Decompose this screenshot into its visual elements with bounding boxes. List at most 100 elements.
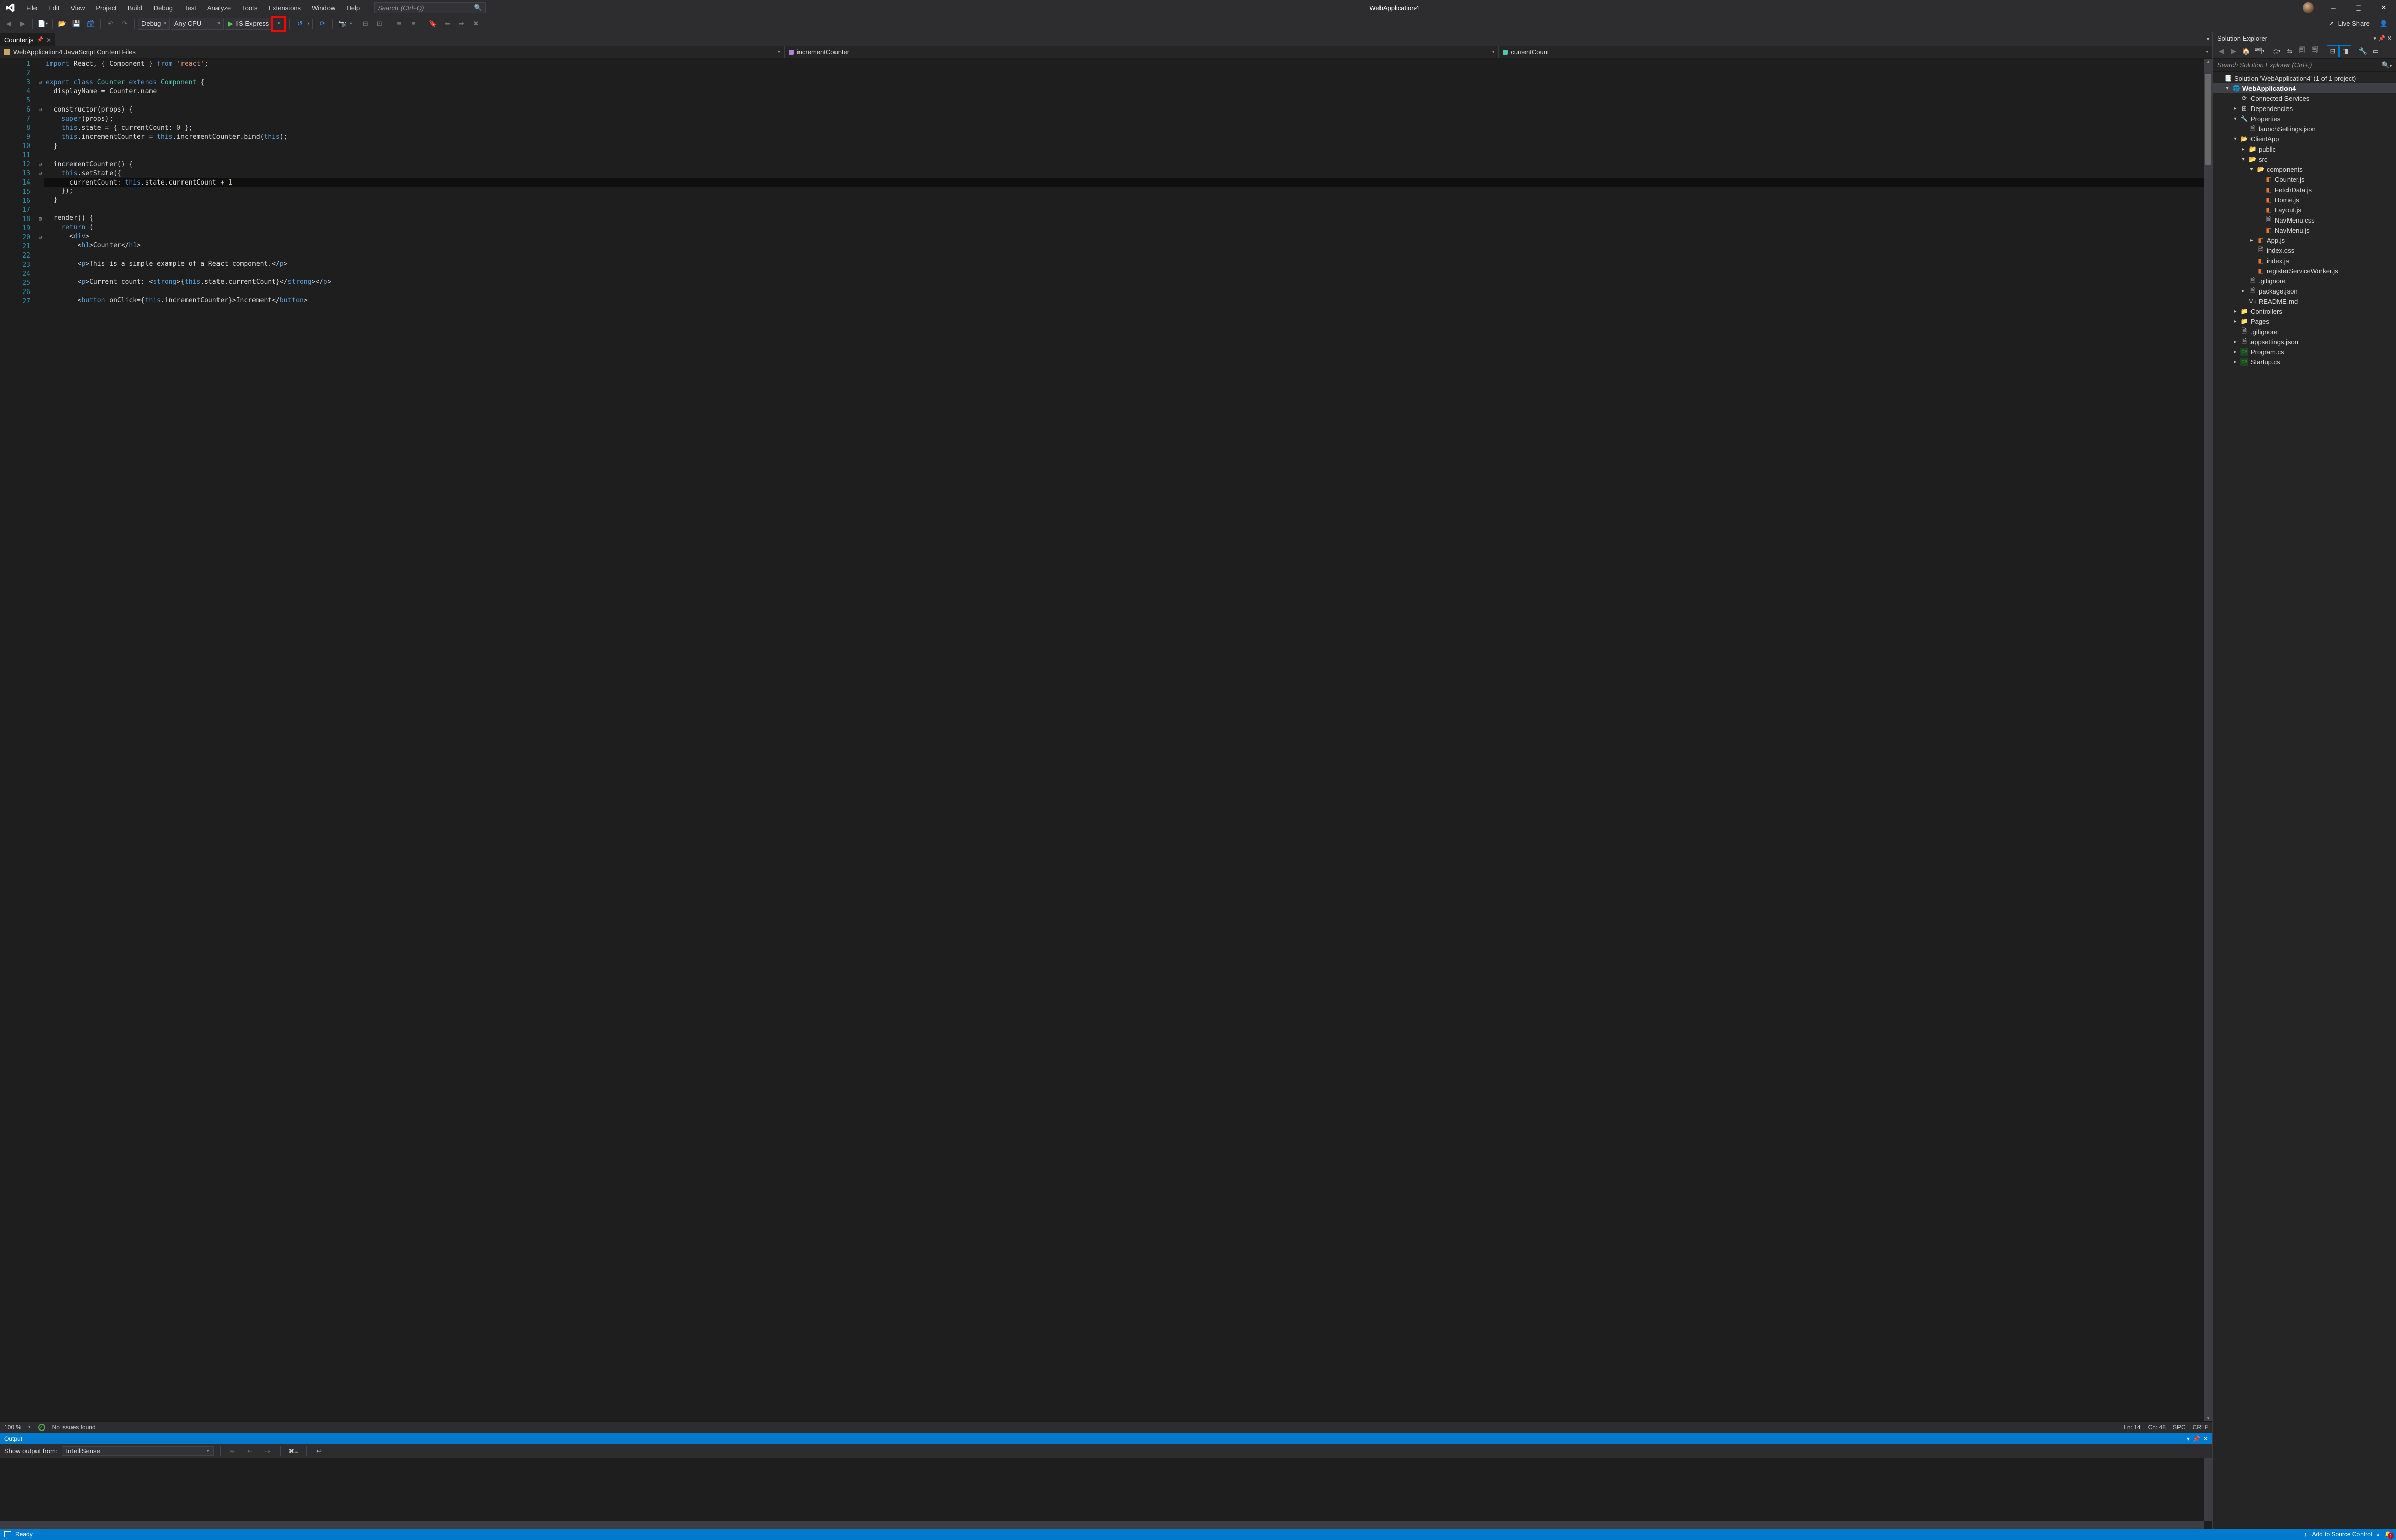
panel-pin-icon[interactable]: 📌 bbox=[2378, 35, 2385, 42]
output-wrap-button[interactable]: ↩ bbox=[313, 1445, 326, 1458]
whitespace-mode[interactable]: SPC bbox=[2173, 1424, 2186, 1431]
tree-item[interactable]: 🗎launchSettings.json bbox=[2213, 124, 2396, 134]
sol-fwd-button[interactable]: ▶ bbox=[2228, 45, 2240, 57]
sol-properties-button[interactable]: 🔧 bbox=[2357, 45, 2369, 57]
bookmark-clear-button[interactable]: ✖ bbox=[469, 17, 482, 30]
tree-item[interactable]: 🗎.gitignore bbox=[2213, 276, 2396, 286]
solution-search[interactable]: Search Solution Explorer (Ctrl+;) 🔍▾ bbox=[2213, 59, 2396, 72]
tree-item[interactable]: 🗎index.css bbox=[2213, 245, 2396, 255]
browser-refresh-button[interactable]: ⟳ bbox=[316, 17, 329, 30]
code-area[interactable]: import React, { Component } from 'react'… bbox=[44, 59, 2204, 1421]
redo-button[interactable]: ↷ bbox=[118, 17, 131, 30]
output-text[interactable] bbox=[0, 1458, 2212, 1529]
save-button[interactable]: 💾 bbox=[70, 17, 83, 30]
platform-dropdown[interactable]: Any CPU▾ bbox=[171, 18, 224, 30]
minimize-button[interactable]: ─ bbox=[2322, 0, 2344, 15]
menu-debug[interactable]: Debug bbox=[149, 2, 178, 14]
output-find-button[interactable]: ⇤ bbox=[227, 1445, 240, 1458]
tree-item[interactable]: ▸C#Startup.cs bbox=[2213, 357, 2396, 367]
comment-button[interactable]: ⊡ bbox=[373, 17, 386, 30]
config-dropdown[interactable]: Debug▾ bbox=[138, 18, 170, 30]
tree-item[interactable]: 🗎NavMenu.css bbox=[2213, 215, 2396, 225]
menu-view[interactable]: View bbox=[65, 2, 90, 14]
tree-item[interactable]: ◧Counter.js bbox=[2213, 174, 2396, 185]
quick-search[interactable]: Search (Ctrl+Q) 🔍 bbox=[374, 2, 486, 13]
sol-back-button[interactable]: ◀ bbox=[2215, 45, 2227, 57]
sol-switch-view-button[interactable]: 🗂▾ bbox=[2253, 45, 2265, 57]
tree-item[interactable]: ◧Home.js bbox=[2213, 195, 2396, 205]
sol-collapse-button[interactable]: ⊟ bbox=[2327, 45, 2339, 57]
tree-item[interactable]: 🗎.gitignore bbox=[2213, 326, 2396, 337]
menu-project[interactable]: Project bbox=[91, 2, 121, 14]
tree-item[interactable]: ▾📂components bbox=[2213, 164, 2396, 174]
bookmark-button[interactable]: 🔖 bbox=[426, 17, 440, 30]
output-prev-button[interactable]: ⇠ bbox=[244, 1445, 257, 1458]
tabs-overflow-icon[interactable]: ▾ bbox=[2207, 36, 2209, 42]
sol-preview-button[interactable]: ◨ bbox=[2339, 45, 2351, 57]
tree-item[interactable]: ▸◧App.js bbox=[2213, 235, 2396, 245]
issues-text[interactable]: No issues found bbox=[52, 1424, 96, 1431]
fold-gutter[interactable]: ⊟⊟⊟⊟⊟⊟ bbox=[37, 59, 44, 1421]
menu-help[interactable]: Help bbox=[341, 2, 365, 14]
menu-build[interactable]: Build bbox=[123, 2, 148, 14]
tree-item[interactable]: M↓README.md bbox=[2213, 296, 2396, 306]
menu-tools[interactable]: Tools bbox=[237, 2, 262, 14]
tree-item[interactable]: ▾🔧Properties bbox=[2213, 114, 2396, 124]
tree-item[interactable]: ◧index.js bbox=[2213, 255, 2396, 266]
menu-extensions[interactable]: Extensions bbox=[263, 2, 306, 14]
new-item-button[interactable]: 📄▾ bbox=[36, 17, 49, 30]
undo-button[interactable]: ↶ bbox=[104, 17, 117, 30]
output-hscrollbar[interactable] bbox=[0, 1521, 2204, 1529]
output-clear-button[interactable]: ✖≡ bbox=[287, 1445, 300, 1458]
tree-item[interactable]: ◧FetchData.js bbox=[2213, 185, 2396, 195]
nav-back-button[interactable]: ◀ bbox=[2, 17, 15, 30]
tree-item[interactable]: ◧Layout.js bbox=[2213, 205, 2396, 215]
bookmark-next-button[interactable]: ➡ bbox=[455, 17, 468, 30]
tree-item[interactable]: ▾📂ClientApp bbox=[2213, 134, 2396, 144]
screenshot-button[interactable]: 📷 bbox=[336, 17, 349, 30]
output-vscrollbar[interactable] bbox=[2204, 1458, 2212, 1521]
bookmark-prev-button[interactable]: ⬅ bbox=[441, 17, 454, 30]
chevron-up-icon[interactable]: ▴ bbox=[2377, 1532, 2380, 1537]
panel-menu-icon[interactable]: ▾ bbox=[2374, 35, 2377, 42]
nav-scope-dropdown[interactable]: WebApplication4 JavaScript Content Files… bbox=[0, 46, 785, 58]
tree-item[interactable]: ▸📁Pages bbox=[2213, 316, 2396, 326]
live-share-button[interactable]: Live Share bbox=[2338, 20, 2370, 27]
tree-item[interactable]: ▸📁public bbox=[2213, 144, 2396, 154]
tree-item[interactable]: ▸🗎appsettings.json bbox=[2213, 337, 2396, 347]
output-next-button[interactable]: ⇢ bbox=[261, 1445, 274, 1458]
sol-home-button[interactable]: 🏠 bbox=[2240, 45, 2253, 57]
document-tab[interactable]: Counter.js 📌 ✕ bbox=[0, 33, 55, 46]
user-avatar[interactable] bbox=[2303, 2, 2314, 13]
start-debug-dropdown[interactable]: ▾ bbox=[271, 16, 286, 32]
menu-analyze[interactable]: Analyze bbox=[202, 2, 236, 14]
menu-edit[interactable]: Edit bbox=[43, 2, 64, 14]
solution-tree[interactable]: 📑Solution 'WebApplication4' (1 of 1 proj… bbox=[2213, 72, 2396, 1529]
tree-item[interactable]: ⟳Connected Services bbox=[2213, 93, 2396, 103]
feedback-icon[interactable]: 👤 bbox=[2380, 20, 2388, 28]
toolbox-button[interactable]: ⊟ bbox=[358, 17, 372, 30]
sol-previewselected-button[interactable]: ▭ bbox=[2370, 45, 2382, 57]
start-debug-button[interactable]: ▶IIS Express bbox=[225, 18, 271, 30]
open-button[interactable]: 📂 bbox=[56, 17, 69, 30]
solution-titlebar[interactable]: Solution Explorer ▾ 📌 ✕ bbox=[2213, 32, 2396, 44]
menu-window[interactable]: Window bbox=[307, 2, 340, 14]
editor-vscrollbar[interactable]: ▴ ▾ bbox=[2204, 59, 2212, 1421]
output-source-dropdown[interactable]: IntelliSense▾ bbox=[62, 1446, 214, 1456]
panel-close-icon[interactable]: ✕ bbox=[2387, 35, 2392, 42]
browser-link-button[interactable]: ↺ bbox=[293, 17, 306, 30]
nav-field-dropdown[interactable]: currentCount▾ bbox=[1499, 46, 2212, 58]
nav-forward-button[interactable]: ▶ bbox=[16, 17, 29, 30]
tree-item[interactable]: ▸🗎package.json bbox=[2213, 286, 2396, 296]
maximize-button[interactable]: ▢ bbox=[2347, 0, 2370, 15]
tree-item[interactable]: ▸📁Controllers bbox=[2213, 306, 2396, 316]
tree-item[interactable]: ▾📂src bbox=[2213, 154, 2396, 164]
tree-item[interactable]: ◧NavMenu.js bbox=[2213, 225, 2396, 235]
add-source-control-button[interactable]: Add to Source Control bbox=[2312, 1531, 2372, 1538]
indent-button[interactable]: ≡ bbox=[392, 17, 406, 30]
outdent-button[interactable]: ≡ bbox=[407, 17, 420, 30]
sol-refresh-button[interactable]: 🗐 bbox=[2296, 45, 2308, 57]
tree-item[interactable]: ▸⊞Dependencies bbox=[2213, 103, 2396, 114]
panel-menu-icon[interactable]: ▾ bbox=[2187, 1435, 2190, 1442]
output-titlebar[interactable]: Output ▾ 📌 ✕ bbox=[0, 1433, 2212, 1444]
